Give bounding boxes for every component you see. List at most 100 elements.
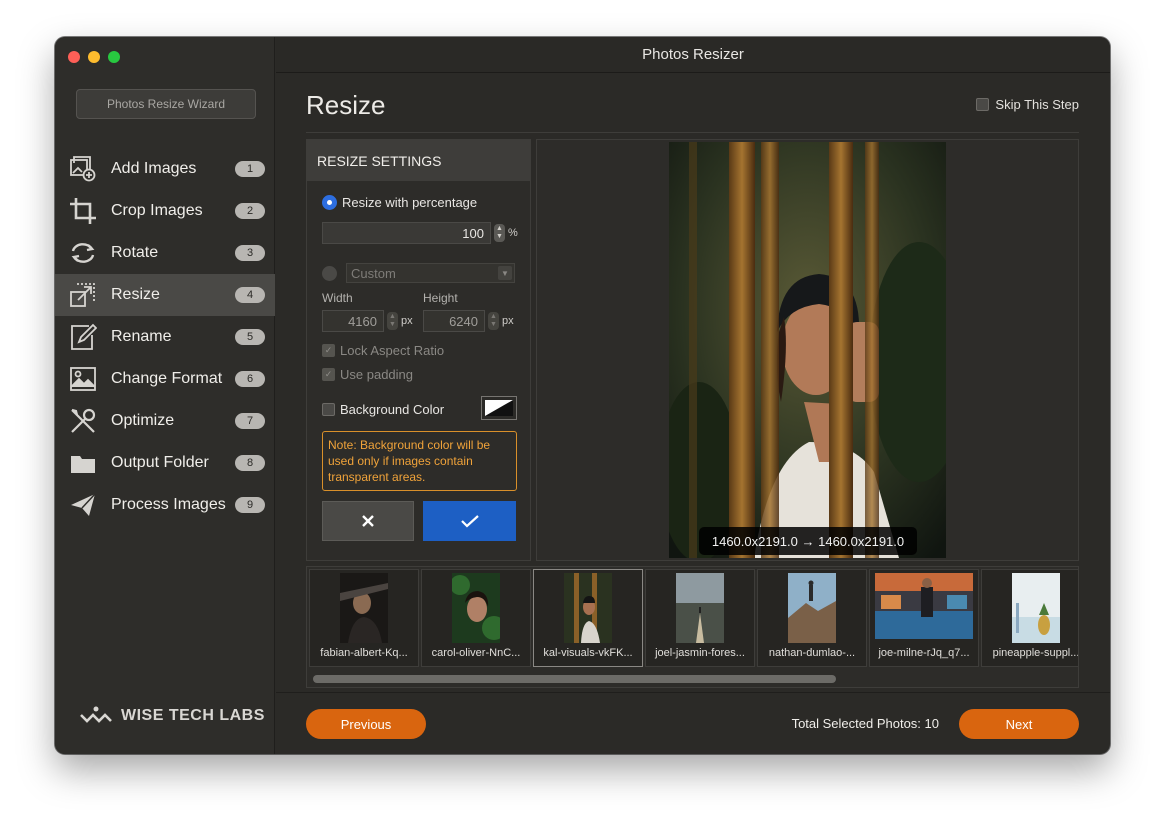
percentage-stepper[interactable]: ▲ ▼ [494, 224, 505, 242]
step-badge: 4 [235, 287, 265, 303]
resize-settings-panel: RESIZE SETTINGS Resize with percentage 1… [306, 139, 531, 561]
wise-tech-labs-logo-icon [80, 706, 112, 723]
divider [306, 132, 1079, 133]
thumbnail[interactable]: fabian-albert-Kq... [309, 569, 419, 667]
radio-selected[interactable] [322, 195, 337, 210]
window-title: Photos Resizer [642, 46, 744, 63]
scrollbar-thumb[interactable] [313, 675, 836, 683]
close-icon [362, 515, 374, 527]
thumbnail-name: fabian-albert-Kq... [320, 647, 408, 659]
height-label: Height [423, 291, 458, 305]
checkmark-icon [460, 515, 479, 528]
sidebar-item-rename[interactable]: Rename 5 [55, 316, 275, 358]
thumbnail[interactable]: pineapple-suppl... [981, 569, 1079, 667]
total-selected-photos: Total Selected Photos: 10 [791, 716, 939, 731]
brand-logo: WISE TECH LABS [79, 705, 265, 727]
step-badge: 2 [235, 203, 265, 219]
thumbnail[interactable]: kal-visuals-vkFK... [533, 569, 643, 667]
zoom-window-button[interactable] [108, 51, 120, 63]
width-input[interactable]: 4160 [322, 310, 384, 332]
minimize-window-button[interactable] [88, 51, 100, 63]
rename-icon [68, 322, 98, 352]
crop-icon [68, 196, 98, 226]
thumbnail[interactable]: nathan-dumlao-... [757, 569, 867, 667]
thumbnail-name: carol-oliver-NnC... [431, 647, 521, 659]
step-badge: 5 [235, 329, 265, 345]
next-button[interactable]: Next [959, 709, 1079, 739]
skip-step-checkbox[interactable]: Skip This Step [976, 97, 1079, 112]
close-window-button[interactable] [68, 51, 80, 63]
checkmark-icon: ✓ [322, 344, 335, 357]
horizontal-scrollbar[interactable] [309, 675, 1076, 683]
step-badge: 3 [235, 245, 265, 261]
use-padding-checkbox[interactable]: ✓ Use padding [322, 367, 413, 382]
custom-preset-value: Custom [351, 265, 396, 281]
sidebar-item-output-folder[interactable]: Output Folder 8 [55, 442, 275, 484]
thumbnail[interactable]: carol-oliver-NnC... [421, 569, 531, 667]
optimize-icon [68, 406, 98, 436]
height-input[interactable]: 6240 [423, 310, 485, 332]
sidebar-item-label: Rotate [111, 244, 159, 261]
sidebar-item-label: Process Images [111, 496, 226, 513]
divider [276, 692, 1110, 693]
page-title: Resize [306, 90, 386, 120]
step-badge: 7 [235, 413, 265, 429]
sidebar-item-crop-images[interactable]: Crop Images 2 [55, 190, 275, 232]
lock-aspect-label: Lock Aspect Ratio [340, 343, 445, 358]
thumbnail-strip: fabian-albert-Kq... carol-oliver-NnC... … [306, 566, 1079, 688]
thumbnail[interactable]: joel-jasmin-fores... [645, 569, 755, 667]
thumbnail-image [1012, 573, 1060, 643]
sidebar-item-rotate[interactable]: Rotate 3 [55, 232, 275, 274]
previous-button[interactable]: Previous [306, 709, 426, 739]
sidebar-item-optimize[interactable]: Optimize 7 [55, 400, 275, 442]
background-color-checkbox[interactable]: Background Color [322, 402, 444, 417]
step-badge: 8 [235, 455, 265, 471]
sidebar-item-label: Optimize [111, 412, 175, 429]
rotate-icon [68, 238, 98, 268]
width-row: 4160 ▲ ▼ px [322, 310, 413, 332]
apply-button[interactable] [423, 501, 516, 541]
thumbnail-image [875, 573, 973, 639]
px-unit: px [502, 315, 514, 327]
step-badge: 6 [235, 371, 265, 387]
checkbox[interactable] [322, 403, 335, 416]
background-color-swatch[interactable] [481, 396, 517, 420]
resize-custom-option[interactable]: Custom ▼ [322, 263, 515, 283]
height-stepper[interactable]: ▲ ▼ [488, 312, 499, 330]
thumbnail-name: nathan-dumlao-... [768, 647, 856, 659]
sidebar-item-label: Rename [111, 328, 172, 345]
window-controls [68, 51, 120, 63]
resize-icon [68, 280, 98, 310]
sidebar-item-resize[interactable]: Resize 4 [55, 274, 275, 316]
lock-aspect-ratio-checkbox[interactable]: ✓ Lock Aspect Ratio [322, 343, 444, 358]
sidebar-item-label: Add Images [111, 160, 197, 177]
add-images-icon [68, 154, 98, 184]
percentage-row: 100 ▲ ▼ % [322, 222, 518, 244]
app-window: Photos Resize Wizard Add Images 1 Crop I… [55, 37, 1110, 754]
preview-photo [669, 142, 946, 558]
resize-percentage-option[interactable]: Resize with percentage [322, 195, 477, 210]
percentage-input[interactable]: 100 [322, 222, 491, 244]
custom-preset-select[interactable]: Custom ▼ [346, 263, 515, 283]
checkmark-icon: ✓ [322, 368, 335, 381]
wizard-button[interactable]: Photos Resize Wizard [76, 89, 256, 119]
sidebar-item-change-format[interactable]: Change Format 6 [55, 358, 275, 400]
percent-unit: % [508, 227, 518, 239]
thumbnail[interactable]: joe-milne-rJq_q7... [869, 569, 979, 667]
checkbox[interactable] [976, 98, 990, 111]
thumbnail-name: pineapple-suppl... [992, 647, 1079, 659]
skip-step-label: Skip This Step [995, 97, 1079, 112]
thumbnail-name: kal-visuals-vkFK... [543, 647, 633, 659]
brand-name: WISE TECH LABS [121, 707, 265, 724]
wizard-steps: Add Images 1 Crop Images 2 Rotate 3 Resi… [55, 148, 275, 526]
step-badge: 1 [235, 161, 265, 177]
height-row: 6240 ▲ ▼ px [423, 310, 514, 332]
sidebar-item-label: Resize [111, 286, 160, 303]
sidebar-item-add-images[interactable]: Add Images 1 [55, 148, 275, 190]
sidebar-item-process-images[interactable]: Process Images 9 [55, 484, 275, 526]
cancel-button[interactable] [322, 501, 414, 541]
thumbnail-image [676, 573, 724, 643]
width-stepper[interactable]: ▲ ▼ [387, 312, 398, 330]
settings-header: RESIZE SETTINGS [307, 140, 530, 181]
radio-unselected[interactable] [322, 265, 337, 281]
